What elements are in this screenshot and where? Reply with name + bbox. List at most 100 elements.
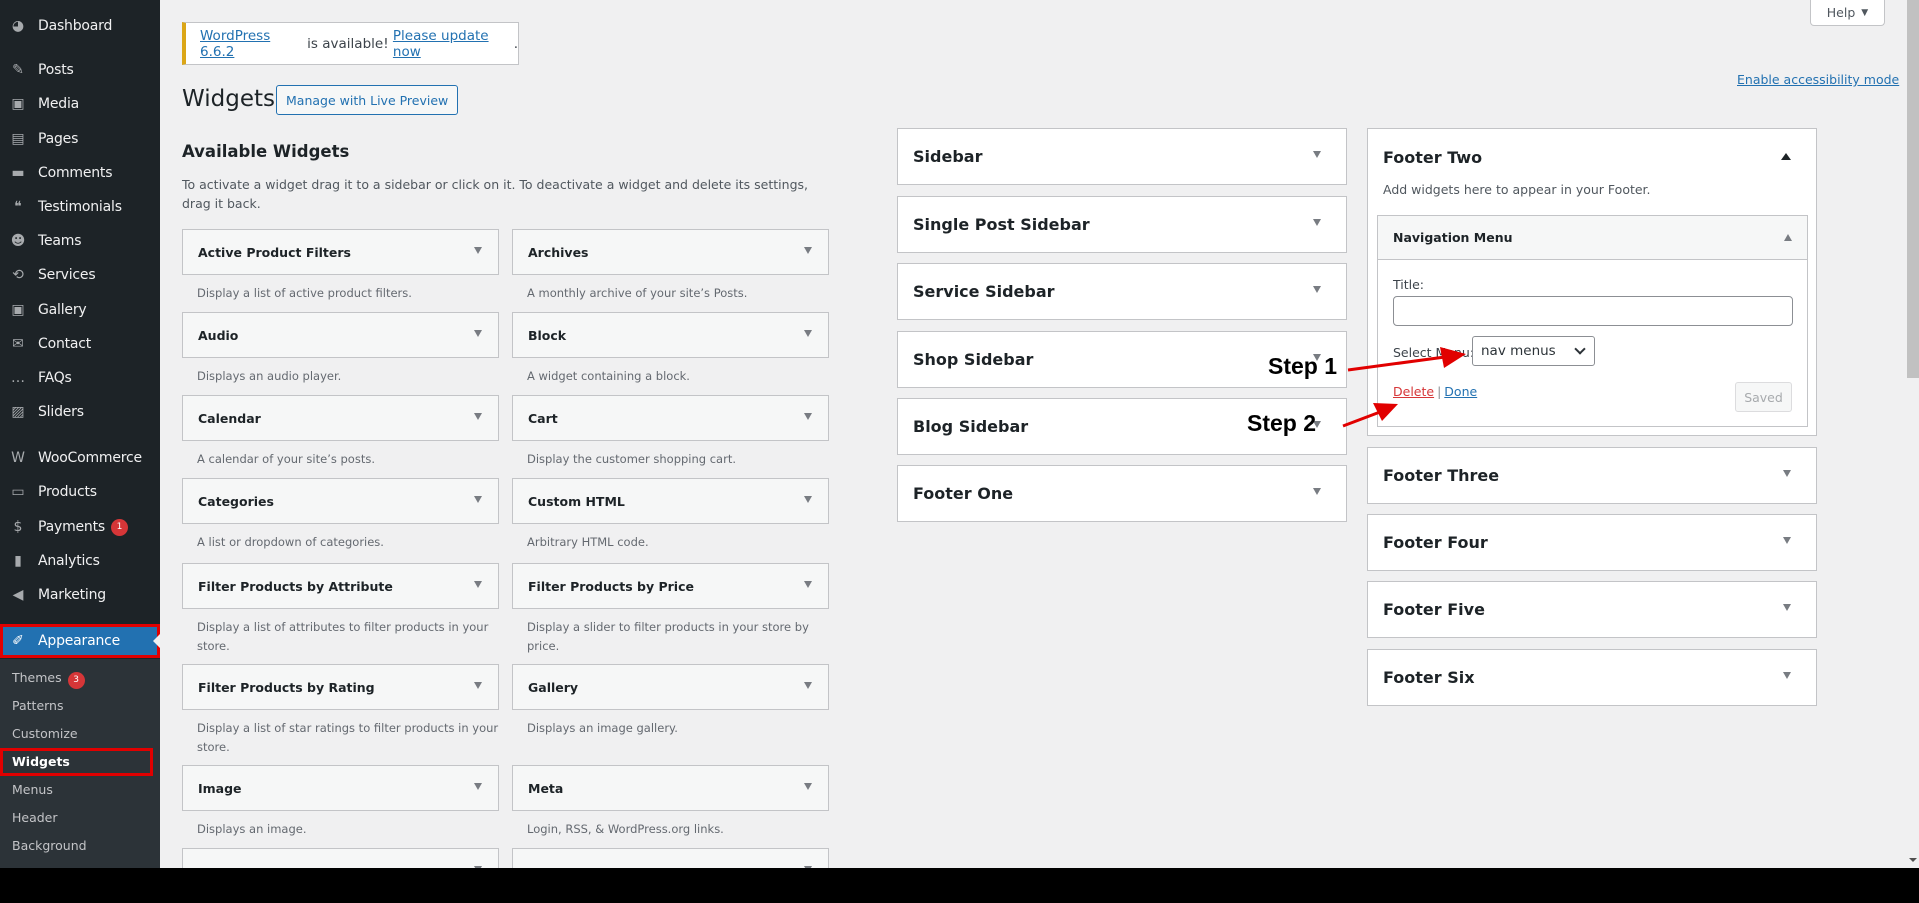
widget-title: Filter Products by Price xyxy=(528,578,694,594)
submenu-item-widgets[interactable]: Widgets xyxy=(0,748,153,776)
widget-calendar[interactable]: Calendar xyxy=(182,395,499,441)
done-link[interactable]: Done xyxy=(1444,384,1477,399)
menu-item-woocommerce[interactable]: W WooCommerce xyxy=(0,441,160,475)
expand-arrow-icon[interactable] xyxy=(1783,470,1791,477)
widget-gallery[interactable]: Gallery xyxy=(512,664,829,710)
widget-partial[interactable] xyxy=(182,848,499,868)
widget-cart[interactable]: Cart xyxy=(512,395,829,441)
expand-arrow-icon[interactable] xyxy=(804,581,812,588)
expand-arrow-icon[interactable] xyxy=(474,413,482,420)
widget-area-single-post-sidebar[interactable]: Single Post Sidebar xyxy=(897,196,1347,253)
menu-item-label: Products xyxy=(38,484,97,500)
submenu-item-customize[interactable]: Customize xyxy=(0,720,160,748)
expand-arrow-icon[interactable] xyxy=(1313,151,1321,158)
widget-block[interactable]: Block xyxy=(512,312,829,358)
title-input[interactable] xyxy=(1393,296,1793,326)
expand-arrow-icon[interactable] xyxy=(1313,286,1321,293)
expand-arrow-icon[interactable] xyxy=(1313,488,1321,495)
menu-item-comments[interactable]: ▬ Comments xyxy=(0,156,160,190)
menu-item-label: Posts xyxy=(38,62,74,78)
widget-area-footer-six[interactable]: Footer Six xyxy=(1367,649,1817,706)
menu-item-sliders[interactable]: ▨ Sliders xyxy=(0,395,160,429)
update-now-link[interactable]: Please update now xyxy=(393,28,514,60)
menu-item-gallery[interactable]: ▣ Gallery xyxy=(0,293,160,327)
widget-filter-products-by-price[interactable]: Filter Products by Price xyxy=(512,563,829,609)
widget-area-footer-four[interactable]: Footer Four xyxy=(1367,514,1817,571)
expand-arrow-icon[interactable] xyxy=(804,783,812,790)
expand-arrow-icon[interactable] xyxy=(1313,219,1321,226)
menu-item-testimonials[interactable]: ❝ Testimonials xyxy=(0,190,160,224)
expand-arrow-icon[interactable] xyxy=(804,866,812,868)
widget-active-product-filters[interactable]: Active Product Filters xyxy=(182,229,499,275)
expand-arrow-icon[interactable] xyxy=(474,783,482,790)
expand-arrow-icon[interactable] xyxy=(804,330,812,337)
expand-arrow-icon[interactable] xyxy=(474,496,482,503)
menu-item-label: Appearance xyxy=(38,633,121,649)
footer-two-title[interactable]: Footer Two xyxy=(1383,148,1482,167)
submenu-item-menus[interactable]: Menus xyxy=(0,776,160,804)
expand-arrow-icon[interactable] xyxy=(474,866,482,868)
available-widgets-description: To activate a widget drag it to a sideba… xyxy=(182,177,808,211)
scrollbar-thumb[interactable] xyxy=(1907,0,1919,378)
menu-item-faqs[interactable]: … FAQs xyxy=(0,361,160,395)
widget-partial[interactable] xyxy=(512,848,829,868)
menu-item-services[interactable]: ⟲ Services xyxy=(0,258,160,292)
scroll-down-arrow-icon[interactable] xyxy=(1909,858,1917,862)
pages-icon: ▤ xyxy=(11,131,25,147)
navigation-menu-widget-header[interactable]: Navigation Menu xyxy=(1378,216,1807,260)
menu-item-analytics[interactable]: ▮ Analytics xyxy=(0,544,160,578)
widget-area-footer-five[interactable]: Footer Five xyxy=(1367,581,1817,638)
submenu-item-background[interactable]: Background xyxy=(0,832,160,860)
widget-description: Displays an audio player. xyxy=(197,369,342,383)
collapse-arrow-icon[interactable] xyxy=(1781,153,1791,160)
menu-item-marketing[interactable]: ◀ Marketing xyxy=(0,578,160,612)
widget-area-footer-two: Footer Two Add widgets here to appear in… xyxy=(1367,128,1817,436)
widget-custom-html[interactable]: Custom HTML xyxy=(512,478,829,524)
expand-arrow-icon[interactable] xyxy=(474,330,482,337)
expand-arrow-icon[interactable] xyxy=(474,247,482,254)
widget-area-sidebar[interactable]: Sidebar xyxy=(897,128,1347,185)
widget-audio[interactable]: Audio xyxy=(182,312,499,358)
menu-item-appearance[interactable]: ✐ Appearance xyxy=(0,624,160,658)
menu-item-teams[interactable]: ☻ Teams xyxy=(0,224,160,258)
collapse-arrow-icon[interactable] xyxy=(1784,234,1792,241)
menu-item-pages[interactable]: ▤ Pages xyxy=(0,122,160,156)
widget-meta[interactable]: Meta xyxy=(512,765,829,811)
pushpin-icon: ✎ xyxy=(12,62,24,78)
menu-item-label: Sliders xyxy=(38,404,84,420)
submenu-item-header[interactable]: Header xyxy=(0,804,160,832)
widget-categories[interactable]: Categories xyxy=(182,478,499,524)
delete-link[interactable]: Delete xyxy=(1393,384,1434,399)
widget-area-service-sidebar[interactable]: Service Sidebar xyxy=(897,263,1347,320)
expand-arrow-icon[interactable] xyxy=(804,247,812,254)
expand-arrow-icon[interactable] xyxy=(474,682,482,689)
expand-arrow-icon[interactable] xyxy=(1783,537,1791,544)
select-menu-dropdown[interactable]: nav menus xyxy=(1472,336,1595,366)
expand-arrow-icon[interactable] xyxy=(804,682,812,689)
expand-arrow-icon[interactable] xyxy=(474,581,482,588)
expand-arrow-icon[interactable] xyxy=(804,496,812,503)
menu-item-payments[interactable]: $ Payments 1 xyxy=(0,510,160,544)
menu-item-products[interactable]: ▭ Products xyxy=(0,475,160,509)
expand-arrow-icon[interactable] xyxy=(1783,604,1791,611)
enable-accessibility-link[interactable]: Enable accessibility mode xyxy=(1737,72,1899,87)
widget-filter-products-by-attribute[interactable]: Filter Products by Attribute xyxy=(182,563,499,609)
menu-item-posts[interactable]: ✎ Posts xyxy=(0,53,160,87)
page-scrollbar[interactable] xyxy=(1907,0,1919,868)
manage-live-preview-button[interactable]: Manage with Live Preview xyxy=(276,85,459,115)
menu-item-dashboard[interactable]: ◕ Dashboard xyxy=(0,9,160,43)
help-button[interactable]: Help ▼ xyxy=(1810,0,1885,26)
widget-image[interactable]: Image xyxy=(182,765,499,811)
menu-item-media[interactable]: ▣ Media xyxy=(0,87,160,121)
widget-area-footer-one[interactable]: Footer One xyxy=(897,465,1347,522)
submenu-item-themes[interactable]: Themes 3 xyxy=(0,664,160,692)
widget-area-footer-three[interactable]: Footer Three xyxy=(1367,447,1817,504)
widget-archives[interactable]: Archives xyxy=(512,229,829,275)
menu-item-contact[interactable]: ✉ Contact xyxy=(0,327,160,361)
submenu-item-patterns[interactable]: Patterns xyxy=(0,692,160,720)
wordpress-version-link[interactable]: WordPress 6.6.2 xyxy=(200,28,303,60)
expand-arrow-icon[interactable] xyxy=(804,413,812,420)
widget-filter-products-by-rating[interactable]: Filter Products by Rating xyxy=(182,664,499,710)
widget-description: Display a list of active product filters… xyxy=(197,286,412,300)
expand-arrow-icon[interactable] xyxy=(1783,672,1791,679)
